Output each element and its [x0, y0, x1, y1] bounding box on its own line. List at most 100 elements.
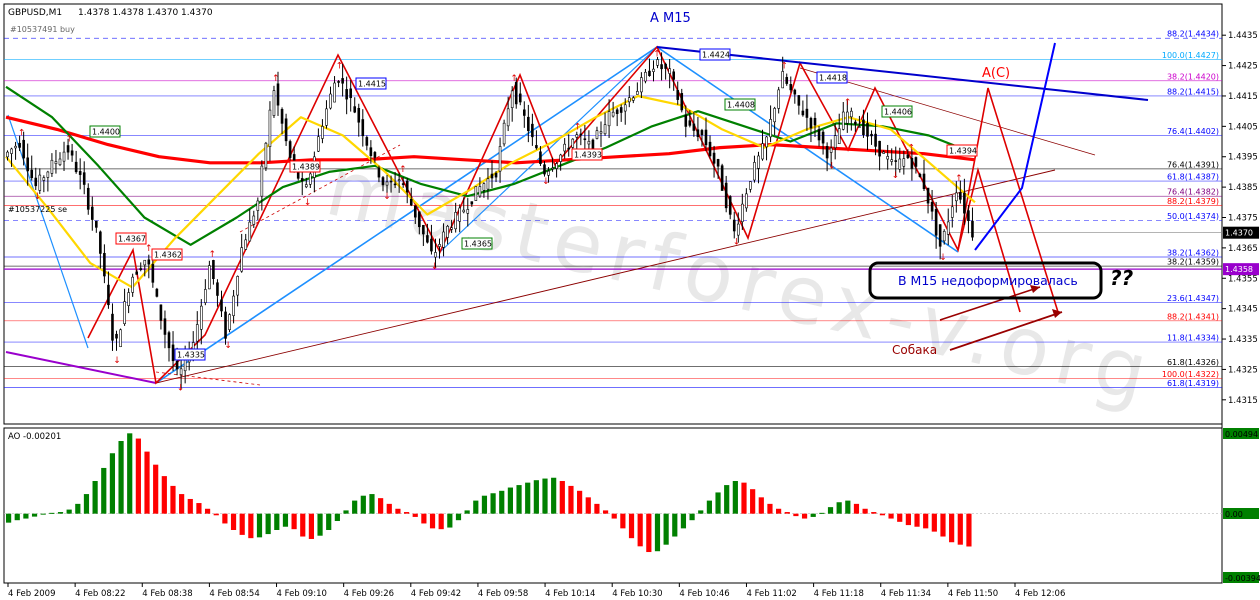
- ao-bar: [352, 500, 358, 514]
- chart-header-ohlc: 1.4378 1.4378 1.4370 1.4370: [78, 8, 213, 18]
- candle-body: [341, 78, 344, 84]
- candle-body: [950, 206, 954, 218]
- ao-bar: [23, 513, 29, 519]
- candle-body: [514, 82, 518, 105]
- candle-body: [930, 201, 934, 212]
- fractal-up-arrow: ↑: [844, 98, 852, 108]
- ao-bar: [776, 508, 782, 514]
- candle-body: [111, 313, 114, 341]
- candle-body: [147, 259, 151, 265]
- price-tick-label: 1.4435: [1228, 31, 1258, 41]
- candle-body: [397, 179, 401, 181]
- candle-body: [712, 152, 716, 164]
- candle-body: [551, 167, 554, 170]
- fib-level-label: 88.2(1.4415): [1167, 87, 1219, 96]
- ao-bar: [161, 476, 167, 514]
- candle-body: [555, 163, 558, 169]
- candle-body: [611, 111, 615, 117]
- candle-body: [874, 133, 877, 147]
- price-box-label: 1.4362: [154, 251, 182, 260]
- candle-body: [333, 82, 336, 103]
- candle-body: [890, 159, 894, 162]
- price-tick-label: 1.4415: [1228, 92, 1258, 102]
- candle-body: [724, 182, 728, 209]
- candle-body: [30, 169, 34, 179]
- candle-body: [728, 196, 732, 215]
- candle-body: [652, 68, 655, 72]
- candle-body: [882, 151, 885, 154]
- order-sell-label: #10537225 se: [8, 205, 67, 214]
- candle-body: [450, 227, 453, 230]
- ao-bar: [265, 513, 271, 535]
- ao-bar: [793, 513, 799, 517]
- fractal-up-arrow: ↑: [574, 122, 582, 132]
- fractal-down-arrow: ↓: [177, 384, 185, 394]
- ao-bar: [395, 508, 401, 514]
- candle-body: [365, 137, 369, 146]
- candle-body: [95, 220, 98, 228]
- candle-body: [413, 205, 417, 218]
- fib-level-label: 76.4(1.4382): [1167, 188, 1219, 197]
- ao-bar: [827, 507, 834, 514]
- candle-body: [58, 158, 62, 166]
- price-box-label: 1.4408: [727, 101, 755, 110]
- ao-bar: [801, 513, 808, 519]
- fib-level-label: 88.2(1.4434): [1167, 30, 1219, 39]
- ao-bar: [153, 464, 159, 514]
- ao-bar: [525, 482, 531, 514]
- candle-body: [595, 130, 599, 139]
- candle-body: [119, 329, 122, 348]
- candle-body: [42, 177, 46, 181]
- candle-body: [793, 89, 797, 95]
- fib-level-label: 61.8(1.4387): [1167, 173, 1219, 182]
- candle-body: [284, 118, 288, 142]
- ao-bar: [516, 485, 522, 514]
- fib-level-label: 61.8(1.4326): [1167, 358, 1219, 367]
- chart-header-symbol: GBPUSD,M1: [8, 8, 62, 18]
- candle-body: [349, 88, 352, 99]
- candle-body: [841, 111, 845, 130]
- ao-bar: [620, 513, 626, 529]
- candle-body: [765, 136, 768, 148]
- candle-body: [171, 344, 175, 362]
- fib-level-label: 88.2(1.4379): [1167, 197, 1219, 206]
- candle-body: [304, 184, 308, 188]
- candle-body: [813, 117, 817, 126]
- ao-bar: [274, 513, 280, 530]
- candle-body: [317, 136, 320, 152]
- question-marks: ??: [1110, 266, 1134, 290]
- ao-bar: [300, 513, 306, 537]
- candle-body: [353, 106, 357, 113]
- candle-body: [216, 282, 219, 296]
- candle-body: [627, 97, 631, 103]
- candle-body: [567, 147, 571, 150]
- candle-body: [139, 268, 143, 270]
- fib-level-label: 76.4(1.4391): [1167, 160, 1219, 169]
- candle-body: [942, 231, 946, 242]
- candle-body: [22, 139, 25, 159]
- candle-body: [571, 138, 575, 148]
- candle-body: [749, 181, 752, 190]
- candle-body: [337, 81, 340, 83]
- fractal-down-arrow: ↓: [828, 162, 836, 172]
- candle-body: [422, 224, 425, 235]
- candle-body: [490, 173, 494, 179]
- ao-bar: [750, 489, 756, 514]
- candle-body: [575, 134, 579, 138]
- ao-bar: [507, 487, 513, 514]
- ao-bar: [862, 508, 868, 514]
- ao-bar: [49, 512, 55, 514]
- ao-bar: [758, 497, 764, 514]
- candle-body: [708, 141, 712, 157]
- candle-body: [70, 150, 74, 156]
- candle-body: [607, 111, 611, 127]
- candle-body: [817, 129, 821, 141]
- candle-body: [636, 91, 639, 95]
- candle-body: [753, 162, 756, 181]
- candle-body: [6, 151, 9, 158]
- candle-body: [955, 192, 958, 202]
- candle-body: [922, 173, 926, 190]
- candle-body: [248, 221, 252, 242]
- price-tick-label: 1.4315: [1228, 396, 1258, 406]
- fib-level-label: 38.2(1.4420): [1167, 72, 1219, 81]
